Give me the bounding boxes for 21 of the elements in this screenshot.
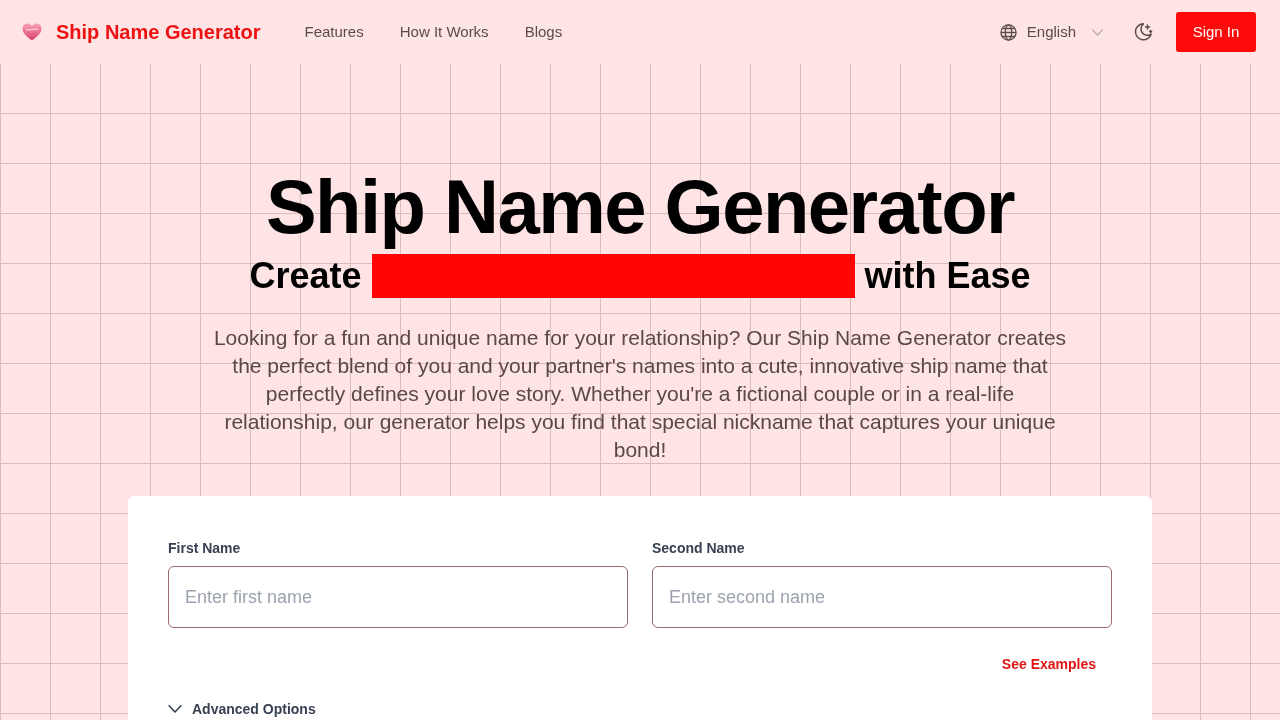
sign-in-button[interactable]: Sign In — [1176, 12, 1256, 52]
nav-link[interactable]: How It Works — [399, 20, 489, 44]
heart-logo-icon — [22, 23, 42, 41]
theme-toggle-button[interactable] — [1133, 22, 1153, 42]
globe-icon — [999, 23, 1017, 41]
language-dropdown[interactable]: English — [999, 20, 1103, 44]
name-input-field[interactable]: Enter second name — [652, 566, 1112, 628]
advanced-options-toggle[interactable]: Advanced Options — [168, 699, 316, 719]
nav-link[interactable]: Blogs — [524, 20, 563, 44]
chevron-down-icon — [1092, 28, 1103, 36]
hero-subtitle-text: Create — [249, 254, 362, 298]
moon-icon — [1133, 22, 1153, 42]
see-examples-link[interactable]: See Examples — [1001, 654, 1096, 674]
hero-title: Ship Name Generator — [264, 165, 1016, 249]
nav-link[interactable]: Features — [304, 20, 364, 44]
name-input-field[interactable]: Enter first name — [168, 566, 628, 628]
field-label: Second Name — [652, 539, 745, 558]
hero-description: Looking for a fun and unique name for your relationship? Our Ship Name Generator creates the perfect blend of you and your partner's names into a cute, innovative ship name that perfectly defines your love story. Whether you're a fictional couple or in a real-life relationship, our generator helps you find that special nickname that captures your unique bond! — [212, 325, 1068, 463]
field-label: First Name — [168, 539, 241, 558]
hero-subtitle-text: with Ease — [864, 254, 1031, 298]
site-title[interactable]: Ship Name Generator — [56, 17, 261, 47]
